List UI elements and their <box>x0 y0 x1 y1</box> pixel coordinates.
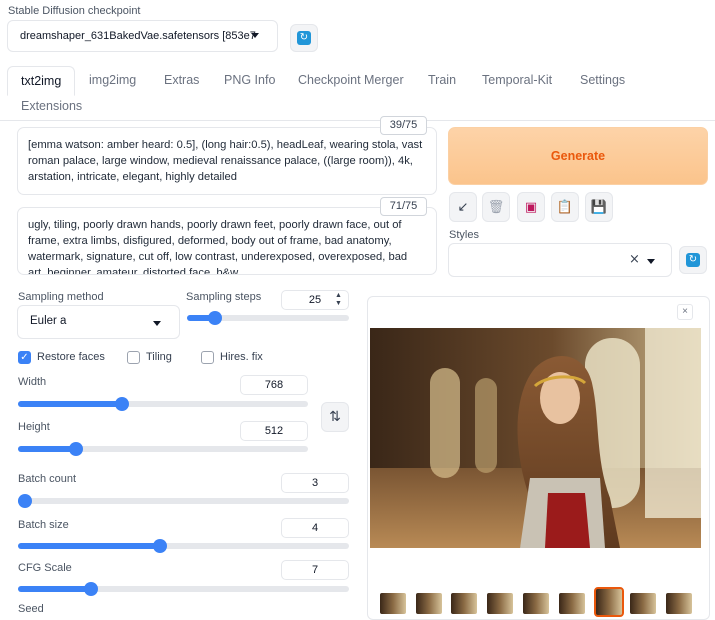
width-input[interactable]: 768 <box>240 375 308 395</box>
styles-label: Styles <box>449 229 479 241</box>
cfg-scale-input[interactable]: 7 <box>281 560 349 580</box>
tab-img2img[interactable]: img2img <box>89 73 136 87</box>
style-button[interactable]: ▣ <box>517 192 545 222</box>
tiling-label: Tiling <box>146 351 172 363</box>
batch-count-input[interactable]: 3 <box>281 473 349 493</box>
gallery-thumbnail[interactable] <box>380 593 406 614</box>
save-style-button[interactable]: 💾 <box>585 192 613 222</box>
hires-fix-checkbox[interactable] <box>201 351 214 364</box>
swap-icon: ⇅ <box>329 409 341 425</box>
swap-dimensions-button[interactable]: ⇅ <box>321 402 349 432</box>
tab-txt2img[interactable]: txt2img <box>7 66 76 96</box>
output-gallery: × <box>367 296 710 620</box>
generated-image[interactable] <box>370 328 701 548</box>
tab-png-info[interactable]: PNG Info <box>224 73 275 87</box>
clipboard-button[interactable]: 📋 <box>551 192 579 222</box>
seed-label: Seed <box>18 603 44 615</box>
slider-thumb[interactable] <box>69 442 83 456</box>
gallery-thumbnail[interactable] <box>487 593 514 614</box>
restore-faces-checkbox[interactable]: ✓ <box>18 351 31 364</box>
tab-temporal-kit[interactable]: Temporal-Kit <box>482 73 552 87</box>
thumbnail-strip <box>380 587 700 620</box>
width-label: Width <box>18 376 47 388</box>
batch-count-slider[interactable] <box>18 494 349 508</box>
clear-icon[interactable]: × <box>629 252 640 267</box>
gallery-thumbnail[interactable] <box>629 593 656 614</box>
prompt-text: [emma watson: amber heard: 0.5], (long h… <box>28 139 423 183</box>
checkpoint-label: Stable Diffusion checkpoint <box>8 5 141 17</box>
slider-fill <box>18 446 76 452</box>
negative-prompt-token-counter: 71/75 <box>380 197 427 216</box>
batch-size-input[interactable]: 4 <box>281 518 349 538</box>
height-input[interactable]: 512 <box>240 421 308 441</box>
height-label: Height <box>18 421 50 433</box>
sampling-steps-input[interactable]: 25 ▲ ▼ <box>281 290 349 310</box>
tab-extensions[interactable]: Extensions <box>21 99 82 113</box>
gallery-thumbnail[interactable] <box>451 593 478 614</box>
gallery-thumbnail[interactable] <box>665 593 692 614</box>
trash-icon: 🗑 <box>487 199 505 215</box>
chevron-down-icon <box>251 33 259 38</box>
gallery-thumbnail[interactable] <box>558 593 585 614</box>
sampling-steps-slider[interactable] <box>187 311 349 325</box>
sampling-method-value: Euler a <box>30 315 67 327</box>
slider-fill <box>18 543 160 549</box>
chevron-down-icon <box>647 259 655 264</box>
sampling-method-select[interactable]: Euler a <box>17 305 180 339</box>
checkpoint-select[interactable]: dreamshaper_631BakedVae.safetensors [853… <box>7 20 278 52</box>
negative-prompt-text: ugly, tiling, poorly drawn hands, poorly… <box>28 219 408 275</box>
style-icon: ▣ <box>524 199 538 215</box>
stepper-icon[interactable]: ▲ ▼ <box>335 292 342 308</box>
batch-size-label: Batch size <box>18 519 69 531</box>
tab-settings[interactable]: Settings <box>580 73 625 87</box>
tab-checkpoint-merger[interactable]: Checkpoint Merger <box>298 73 404 87</box>
sampling-steps-label: Sampling steps <box>186 291 262 303</box>
gallery-thumbnail[interactable] <box>594 587 625 617</box>
restore-faces-label: Restore faces <box>37 351 105 363</box>
tab-extras[interactable]: Extras <box>164 73 199 87</box>
slider-thumb[interactable] <box>84 582 98 596</box>
gallery-thumbnail[interactable] <box>415 593 442 614</box>
tab-train[interactable]: Train <box>428 73 456 87</box>
close-icon[interactable]: × <box>677 304 693 320</box>
sampling-method-label: Sampling method <box>18 291 104 303</box>
refresh-icon: ↻ <box>297 31 311 45</box>
checkpoint-value: dreamshaper_631BakedVae.safetensors [853… <box>20 30 256 42</box>
batch-count-label: Batch count <box>18 473 77 485</box>
slider-thumb[interactable] <box>115 397 129 411</box>
tiling-checkbox[interactable] <box>127 351 140 364</box>
send-arrow-button[interactable]: ↙ <box>449 192 477 222</box>
tab-divider <box>0 120 715 121</box>
sampling-steps-value: 25 <box>308 294 322 306</box>
negative-prompt-input[interactable]: ugly, tiling, poorly drawn hands, poorly… <box>17 207 437 275</box>
generate-button[interactable]: Generate <box>448 127 708 185</box>
cfg-scale-slider[interactable] <box>18 582 349 596</box>
slider-thumb[interactable] <box>153 539 167 553</box>
clipboard-icon: 📋 <box>556 199 574 215</box>
prompt-input[interactable]: [emma watson: amber heard: 0.5], (long h… <box>17 127 437 195</box>
prompt-token-counter: 39/75 <box>380 116 427 135</box>
cfg-scale-label: CFG Scale <box>18 562 72 574</box>
styles-select[interactable]: × <box>448 243 672 277</box>
slider-fill <box>18 586 91 592</box>
gallery-thumbnail[interactable] <box>522 593 549 614</box>
height-slider[interactable] <box>18 442 308 456</box>
slider-thumb[interactable] <box>208 311 222 325</box>
chevron-down-icon <box>153 321 161 326</box>
refresh-styles-button[interactable]: ↻ <box>679 246 707 274</box>
trash-button[interactable]: 🗑 <box>482 192 510 222</box>
slider-fill <box>18 401 122 407</box>
refresh-icon: ↻ <box>686 253 700 267</box>
width-slider[interactable] <box>18 397 308 411</box>
save-icon: 💾 <box>590 199 608 215</box>
generated-image-art <box>370 328 701 548</box>
tab-bar: txt2img img2img Extras PNG Info Checkpoi… <box>0 66 715 122</box>
batch-size-slider[interactable] <box>18 539 349 553</box>
hires-fix-label: Hires. fix <box>220 351 263 363</box>
arrow-icon: ↙ <box>457 199 469 215</box>
refresh-checkpoint-button[interactable]: ↻ <box>290 24 318 52</box>
slider-thumb[interactable] <box>18 494 32 508</box>
